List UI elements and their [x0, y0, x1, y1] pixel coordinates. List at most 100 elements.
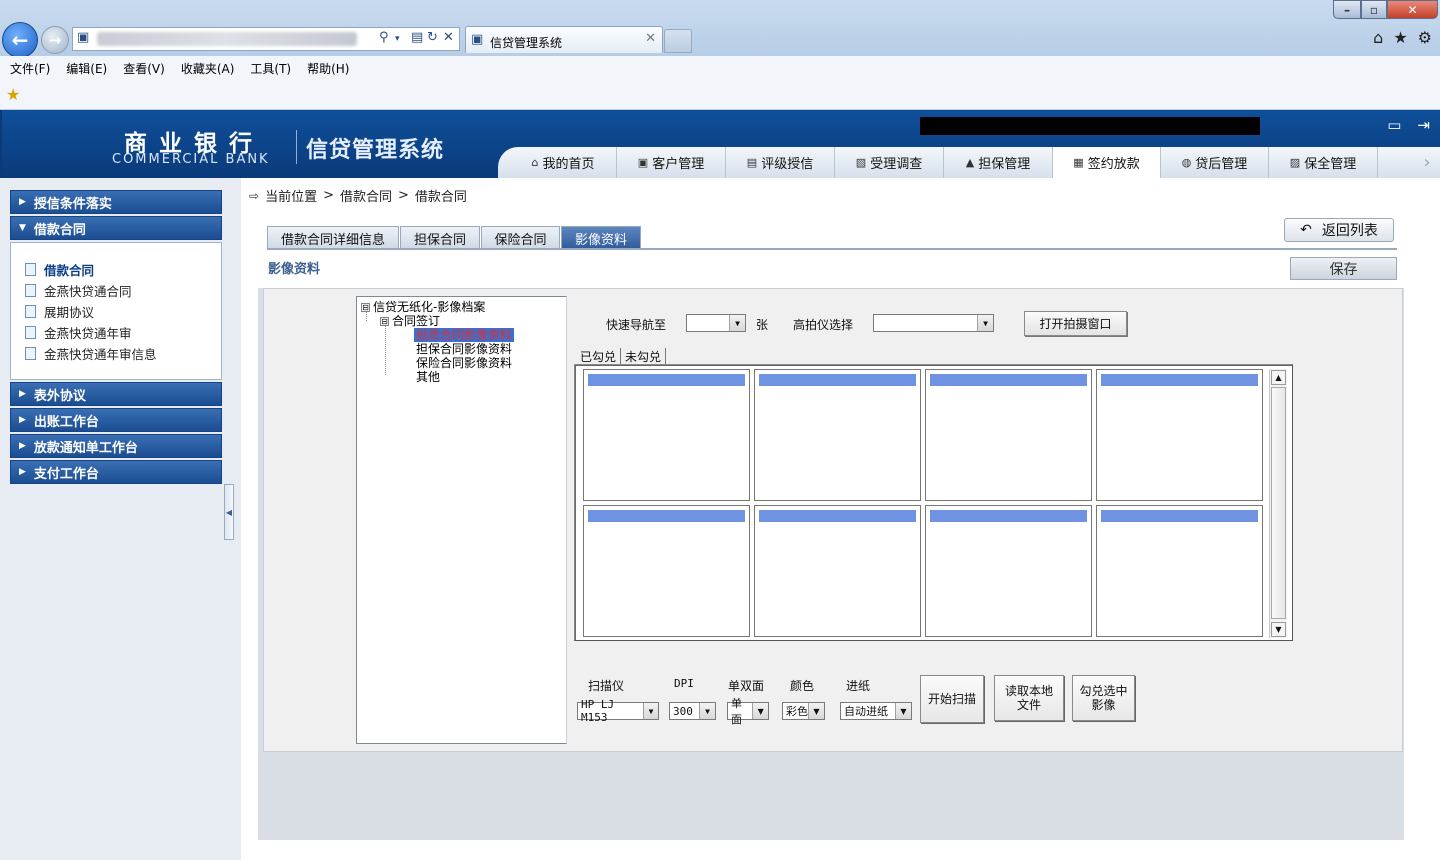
logout-icon[interactable]: ⇥ [1417, 116, 1430, 134]
page-icon: ▣ [471, 32, 484, 47]
rating-icon: ▤ [746, 156, 758, 169]
feed-select[interactable]: 自动进纸 ▼ [840, 702, 912, 720]
sidebar-section-loan-contract[interactable]: ▼ 借款合同 [10, 216, 222, 240]
thumbnail-slot[interactable] [754, 369, 921, 501]
scroll-up-icon[interactable]: ▲ [1271, 370, 1286, 385]
sidebar-section-off-balance[interactable]: ▶ 表外协议 [10, 382, 222, 406]
nav-tab-postloan[interactable]: ◍ 贷后管理 [1161, 147, 1269, 178]
favorites-star-icon[interactable]: ★ [1393, 28, 1407, 47]
nav-tab-label: 担保管理 [978, 157, 1031, 172]
nav-tab-customer[interactable]: ▣ 客户管理 [617, 147, 726, 178]
tree-collapse-icon[interactable]: ⊟ [361, 303, 370, 312]
search-icon[interactable]: ⚲ [379, 30, 389, 45]
close-tab-icon[interactable]: ✕ [645, 31, 656, 46]
tree-node-other[interactable]: 其他 [416, 368, 440, 385]
menu-file[interactable]: 文件(F) [10, 60, 50, 77]
menu-edit[interactable]: 编辑(E) [66, 60, 107, 77]
minimize-button[interactable]: – [1333, 0, 1361, 19]
read-local-file-button[interactable]: 读取本地文件 [994, 675, 1064, 721]
sidebar-item-label: 借款合同 [44, 263, 95, 278]
sidebar-item-annual-review-info[interactable]: 金燕快贷通年审信息 [25, 343, 221, 364]
refresh-icon[interactable]: ↻ [427, 30, 438, 45]
page-unit-label: 张 [756, 318, 769, 332]
nav-tab-preserve[interactable]: ▨ 保全管理 [1269, 147, 1378, 178]
new-tab-button[interactable] [664, 29, 692, 53]
add-favorite-star-icon[interactable]: ★ [6, 85, 20, 104]
app-body: ▶ 授信条件落实 ▼ 借款合同 借款合同 金燕快贷通合同 展期协议 金燕快贷通年审 … [0, 178, 1440, 860]
dpi-select[interactable]: 300 ▼ [669, 702, 716, 720]
scanner-label: 扫描仪 [588, 679, 625, 693]
scanner-select[interactable]: HP LJ M153 ▼ [577, 698, 659, 724]
thumbnail-slot[interactable] [925, 505, 1092, 637]
return-list-label: 返回列表 [1321, 223, 1378, 239]
browser-menubar: 文件(F) 编辑(E) 查看(V) 收藏夹(A) 工具(T) 帮助(H) [0, 56, 1440, 80]
back-button[interactable]: ← [2, 22, 38, 58]
tree-node-label: 其他 [416, 370, 441, 384]
home-icon[interactable]: ⌂ [1373, 28, 1383, 47]
start-scan-button[interactable]: 开始扫描 [920, 675, 984, 723]
thumbnail-slot[interactable] [583, 369, 750, 501]
menu-favorites[interactable]: 收藏夹(A) [181, 60, 235, 77]
menu-tools[interactable]: 工具(T) [250, 60, 291, 77]
check-selected-images-button[interactable]: 勾兑选中影像 [1072, 675, 1135, 721]
triangle-right-icon: ▶ [19, 467, 26, 477]
sidebar-item-loan-contract[interactable]: 借款合同 [25, 259, 221, 280]
open-camera-button[interactable]: 打开拍摄窗口 [1024, 311, 1127, 336]
nav-tab-rating[interactable]: ▤ 评级授信 [726, 147, 835, 178]
breadcrumb-level2: 借款合同 [414, 190, 467, 205]
sidebar-item-extension[interactable]: 展期协议 [25, 301, 221, 322]
nav-tab-survey[interactable]: ▧ 受理调查 [835, 147, 944, 178]
gear-icon[interactable]: ⚙ [1418, 28, 1432, 47]
sidebar-collapse-handle[interactable]: ◀ [224, 484, 234, 540]
save-button[interactable]: 保存 [1290, 257, 1397, 280]
dropdown-arrow-icon[interactable]: ▾ [395, 34, 400, 44]
thumbnail-slot[interactable] [1096, 369, 1263, 501]
sidebar-item-label: 金燕快贷通合同 [44, 284, 132, 299]
archive-tree: ⊟ 信贷无纸化-影像档案 ⊟ 合同签订 纸质合同影像资料 担保合同影像资料 保险合同… [356, 296, 567, 744]
home-icon: ⌂ [531, 156, 539, 169]
tree-collapse-icon[interactable]: ⊟ [380, 317, 389, 326]
close-window-button[interactable]: ✕ [1387, 0, 1438, 19]
maximize-button[interactable]: ▫ [1361, 0, 1387, 19]
duplex-select[interactable]: 单面 ▼ [727, 697, 769, 726]
vertical-scrollbar[interactable]: ▲ ▼ [1269, 369, 1287, 638]
chevron-right-icon[interactable]: › [1412, 147, 1440, 178]
sidebar-section-loan-notice[interactable]: ▶ 放款通知单工作台 [10, 434, 222, 458]
nav-tab-guarantee[interactable]: ▲ 担保管理 [944, 147, 1053, 178]
nav-tab-contract[interactable]: ▦ 签约放款 [1053, 147, 1161, 178]
thumbnail-slot[interactable] [754, 505, 921, 637]
tab-loan-contract-detail[interactable]: 借款合同详细信息 [267, 226, 399, 249]
sidebar-item-jinyan-contract[interactable]: 金燕快贷通合同 [25, 280, 221, 301]
sidebar-item-annual-review[interactable]: 金燕快贷通年审 [25, 322, 221, 343]
nav-tab-home[interactable]: ⌂ 我的首页 [510, 147, 617, 178]
thumbnail-slot[interactable] [925, 369, 1092, 501]
sidebar-section-credit-conditions[interactable]: ▶ 授信条件落实 [10, 190, 222, 214]
camera-select[interactable]: ▼ [873, 314, 994, 332]
menu-view[interactable]: 查看(V) [123, 60, 165, 77]
monitor-icon[interactable]: ▭ [1387, 116, 1401, 134]
color-select[interactable]: 彩色 ▼ [782, 702, 825, 720]
camera-select-label: 高拍仪选择 [793, 318, 854, 332]
breadcrumb-level1[interactable]: 借款合同 [340, 186, 392, 205]
stop-icon[interactable]: ✕ [443, 30, 454, 45]
scroll-thumb[interactable] [1271, 387, 1286, 619]
compat-icon[interactable]: ▤ [411, 30, 423, 45]
menu-help[interactable]: 帮助(H) [307, 60, 349, 77]
feed-label: 进纸 [846, 679, 871, 693]
tab-guarantee-contract[interactable]: 担保合同 [400, 226, 480, 249]
sidebar-section-disbursement[interactable]: ▶ 出账工作台 [10, 408, 222, 432]
address-bar[interactable]: ▣ ⚲ ▾ ▤ ↻ ✕ [72, 27, 460, 51]
tab-insurance-contract[interactable]: 保险合同 [481, 226, 560, 249]
triangle-right-icon: ▶ [19, 389, 26, 399]
thumbnail-slot[interactable] [583, 505, 750, 637]
tab-image-materials[interactable]: 影像资料 [561, 226, 641, 249]
sidebar-section-payment[interactable]: ▶ 支付工作台 [10, 460, 222, 484]
thumbnail-title-bar [588, 510, 745, 522]
document-icon [25, 263, 36, 276]
quick-nav-select[interactable]: ▼ [686, 314, 746, 332]
browser-tab[interactable]: ▣ 信贷管理系统 ✕ [465, 26, 663, 53]
thumbnail-slot[interactable] [1096, 505, 1263, 637]
return-list-button[interactable]: ↶ 返回列表 [1284, 218, 1394, 242]
scroll-down-icon[interactable]: ▼ [1271, 622, 1286, 637]
forward-button[interactable]: → [41, 26, 69, 54]
